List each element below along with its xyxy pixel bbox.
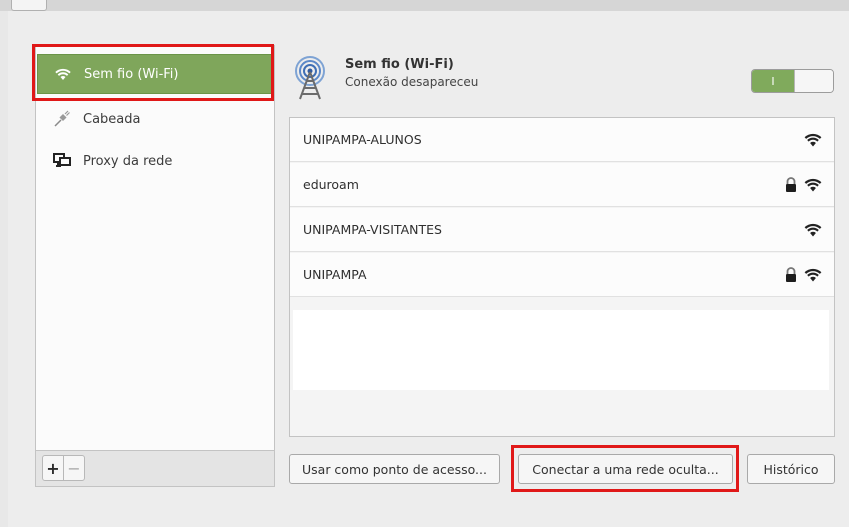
sidebar-item-wifi[interactable]: Sem fio (Wi-Fi) [37, 54, 273, 94]
wifi-icon [52, 64, 74, 84]
toggle-knob[interactable] [794, 70, 833, 92]
network-row[interactable]: eduroam [290, 163, 834, 207]
wifi-signal-icon [804, 133, 822, 147]
remove-connection-button[interactable]: − [63, 455, 85, 481]
sidebar-item-label: Sem fio (Wi-Fi) [84, 66, 179, 82]
network-row[interactable]: UNIPAMPA-VISITANTES [290, 208, 834, 252]
wifi-toggle[interactable]: I [751, 69, 834, 93]
page-title: Sem fio (Wi-Fi) [345, 57, 454, 72]
network-row[interactable]: UNIPAMPA [290, 253, 834, 297]
network-list: UNIPAMPA-ALUNOS eduroam UNIPAMPA-VISITAN… [289, 117, 835, 437]
lock-icon [784, 266, 798, 283]
top-back-button[interactable] [11, 0, 47, 11]
wireless-tower-icon [292, 55, 328, 101]
network-proxy-icon [51, 151, 73, 171]
sidebar: Sem fio (Wi-Fi) Cabeada Proxy da rede [35, 45, 275, 451]
ethernet-cable-icon [51, 109, 73, 129]
sidebar-toolbar: + − [35, 451, 275, 487]
add-connection-button[interactable]: + [42, 455, 64, 481]
network-row[interactable]: UNIPAMPA-ALUNOS [290, 118, 834, 162]
sidebar-item-cabeada[interactable]: Cabeada [37, 101, 273, 137]
sidebar-item-label: Proxy da rede [83, 153, 173, 169]
sidebar-item-label: Cabeada [83, 111, 141, 127]
lock-icon [784, 176, 798, 193]
hotspot-button[interactable]: Usar como ponto de acesso... [289, 454, 500, 484]
wifi-signal-icon [804, 223, 822, 237]
connection-status: Conexão desapareceu [345, 75, 479, 89]
sidebar-item-proxy[interactable]: Proxy da rede [37, 143, 273, 179]
list-empty-area [293, 310, 829, 390]
network-name: UNIPAMPA [303, 267, 367, 282]
network-name: UNIPAMPA-VISITANTES [303, 222, 442, 237]
wifi-signal-icon [804, 268, 822, 282]
connect-hidden-network-button[interactable]: Conectar a uma rede oculta... [518, 454, 733, 484]
network-name: eduroam [303, 177, 359, 192]
top-bar [0, 0, 849, 11]
wifi-signal-icon [804, 178, 822, 192]
history-button[interactable]: Histórico [747, 454, 835, 484]
network-name: UNIPAMPA-ALUNOS [303, 132, 422, 147]
toggle-on-label: I [752, 70, 794, 92]
